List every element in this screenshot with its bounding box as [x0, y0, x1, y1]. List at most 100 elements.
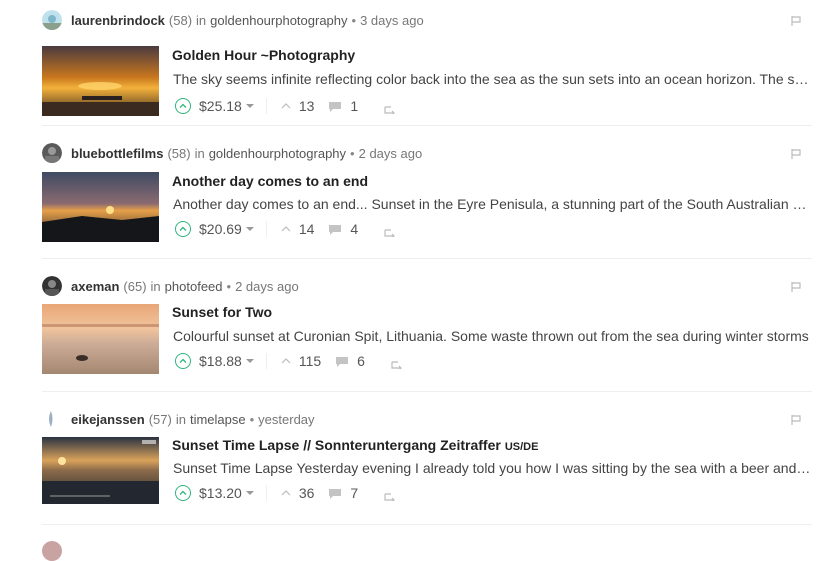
author-reputation: (57) — [148, 411, 172, 427]
payout-value[interactable]: $18.88 — [199, 353, 242, 369]
post-divider — [42, 125, 812, 126]
flag-icon[interactable] — [790, 280, 802, 292]
post-title-text: Golden Hour ~Photography — [172, 47, 356, 63]
post-title-text: Sunset Time Lapse // Sonnteruntergang Ze… — [172, 437, 501, 453]
comments-icon[interactable] — [335, 355, 349, 367]
category-link[interactable]: goldenhourphotography — [209, 146, 346, 161]
votes-icon — [281, 99, 291, 113]
author-link[interactable]: eikejanssen — [71, 412, 145, 427]
votes-count[interactable]: 115 — [299, 353, 321, 369]
payout-value[interactable]: $20.69 — [199, 221, 242, 237]
votes-count[interactable]: 14 — [299, 221, 315, 237]
post-item: laurenbrindock (58) in goldenhourphotogr… — [42, 8, 813, 126]
category-link[interactable]: timelapse — [190, 412, 246, 427]
divider — [265, 221, 267, 237]
post-thumbnail[interactable] — [42, 304, 159, 374]
flag-icon[interactable] — [790, 147, 802, 159]
post-item: axeman (65) in photofeed • 2 days ago Su… — [42, 274, 812, 392]
post-thumbnail[interactable] — [42, 437, 159, 507]
comments-count[interactable]: 4 — [350, 221, 358, 237]
post-meta: bluebottlefilms (58) in goldenhourphotog… — [42, 141, 422, 165]
comments-count[interactable]: 1 — [350, 98, 358, 114]
comments-icon[interactable] — [328, 100, 342, 112]
post-time[interactable]: 2 days ago — [359, 146, 423, 161]
post-footer: $20.69 14 4 — [175, 220, 396, 239]
post-excerpt[interactable]: Another day comes to an end... Sunset in… — [173, 196, 813, 212]
avatar[interactable] — [42, 10, 62, 30]
category-link[interactable]: goldenhourphotography — [210, 13, 347, 28]
caret-down-icon[interactable] — [245, 227, 254, 231]
post-item: eikejanssen (57) in timelapse • yesterda… — [42, 407, 813, 525]
post-meta: eikejanssen (57) in timelapse • yesterda… — [42, 407, 315, 431]
post-divider — [42, 524, 812, 525]
votes-icon — [281, 354, 291, 368]
post-footer: $25.18 13 1 — [175, 97, 396, 116]
post-tag[interactable]: US/DE — [505, 441, 539, 453]
author-reputation: (65) — [123, 278, 147, 294]
reblog-icon[interactable] — [384, 101, 396, 116]
post-excerpt[interactable]: Sunset Time Lapse Yesterday evening I al… — [173, 460, 813, 476]
post-title[interactable]: Golden Hour ~Photography — [172, 47, 359, 63]
separator-dot: • — [351, 12, 357, 28]
post-title[interactable]: Sunset Time Lapse // Sonnteruntergang Ze… — [172, 437, 538, 453]
avatar[interactable] — [42, 541, 62, 561]
post-excerpt[interactable]: Colourful sunset at Curonian Spit, Lithu… — [173, 328, 813, 344]
post-title[interactable]: Sunset for Two — [172, 304, 276, 320]
separator-dot: • — [226, 278, 232, 294]
votes-icon — [281, 222, 291, 236]
post-divider — [42, 258, 812, 259]
flag-icon[interactable] — [790, 14, 802, 26]
comments-icon[interactable] — [328, 223, 342, 235]
avatar[interactable] — [42, 409, 62, 429]
caret-down-icon[interactable] — [245, 104, 254, 108]
payout-value[interactable]: $13.20 — [199, 485, 242, 501]
author-link[interactable]: bluebottlefilms — [71, 146, 163, 161]
post-thumbnail[interactable] — [42, 172, 159, 242]
post-title-text: Sunset for Two — [172, 304, 273, 320]
post-title[interactable]: Another day comes to an end — [172, 173, 372, 189]
in-label: in — [150, 278, 161, 294]
category-link[interactable]: photofeed — [165, 279, 223, 294]
post-time[interactable]: 3 days ago — [360, 13, 424, 28]
divider — [265, 485, 267, 501]
votes-icon — [281, 486, 291, 500]
post-item: bluebottlefilms (58) in goldenhourphotog… — [42, 141, 813, 259]
post-time[interactable]: 2 days ago — [235, 279, 299, 294]
post-excerpt[interactable]: The sky seems infinite reflecting color … — [173, 71, 813, 87]
comments-count[interactable]: 6 — [357, 353, 365, 369]
reblog-icon[interactable] — [384, 224, 396, 239]
author-link[interactable]: laurenbrindock — [71, 13, 165, 28]
avatar[interactable] — [42, 143, 62, 163]
divider — [265, 353, 267, 369]
reblog-icon[interactable] — [391, 356, 403, 371]
votes-count[interactable]: 36 — [299, 485, 315, 501]
in-label: in — [175, 411, 186, 427]
post-time[interactable]: yesterday — [258, 412, 314, 427]
avatar[interactable] — [42, 276, 62, 296]
payout-value[interactable]: $25.18 — [199, 98, 242, 114]
comments-icon[interactable] — [328, 487, 342, 499]
author-reputation: (58) — [168, 12, 193, 28]
author-link[interactable]: axeman — [71, 279, 119, 294]
caret-down-icon[interactable] — [245, 359, 254, 363]
post-divider — [42, 391, 812, 392]
post-footer: $18.88 115 6 — [175, 352, 403, 371]
separator-dot: • — [350, 145, 355, 161]
votes-count[interactable]: 13 — [299, 98, 315, 114]
separator-dot: • — [249, 411, 255, 427]
reblog-icon[interactable] — [384, 488, 396, 503]
comments-count[interactable]: 7 — [350, 485, 358, 501]
upvote-icon[interactable] — [175, 221, 191, 237]
post-footer: $13.20 36 7 — [175, 484, 396, 503]
upvote-icon[interactable] — [175, 485, 191, 501]
divider — [265, 98, 267, 114]
post-meta: laurenbrindock (58) in goldenhourphotogr… — [42, 8, 424, 32]
author-reputation: (58) — [167, 145, 191, 161]
flag-icon[interactable] — [790, 413, 802, 425]
in-label: in — [194, 145, 205, 161]
upvote-icon[interactable] — [175, 98, 191, 114]
caret-down-icon[interactable] — [245, 491, 254, 495]
post-thumbnail[interactable] — [42, 46, 159, 116]
upvote-icon[interactable] — [175, 353, 191, 369]
post-title-text: Another day comes to an end — [172, 173, 369, 189]
